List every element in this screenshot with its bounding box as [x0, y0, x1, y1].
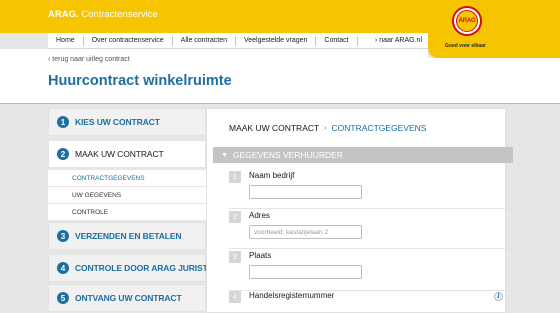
form-panel: MAAK UW CONTRACT › CONTRACTGEGEVENS ▼ GE… [206, 108, 513, 313]
step-controle-door-arag-jurist[interactable]: 4 CONTROLE DOOR ARAG JURIST [48, 254, 208, 282]
step-number-badge: 3 [57, 230, 69, 242]
page-title: Huurcontract winkelruimte [48, 73, 232, 89]
adres-input[interactable] [249, 225, 362, 239]
page-header-area-right [428, 58, 560, 103]
logo-text: ARAG [458, 18, 476, 24]
substep-uw-gegevens[interactable]: UW GEGEVENS [48, 187, 206, 204]
chevron-down-icon: ▼ [221, 151, 228, 159]
step-number-badge: 1 [57, 116, 69, 128]
field-handelsregisternummer: 4 Handelsregisternummer [229, 291, 513, 313]
step-label: VERZENDEN EN BETALEN [75, 231, 182, 241]
nav-arag-link[interactable]: › naar ARAG.nl [375, 37, 428, 44]
field-number: 4 [229, 291, 241, 303]
back-link[interactable]: ‹ terug naar uitleg contract [48, 56, 130, 63]
naam-bedrijf-input[interactable] [249, 185, 362, 199]
field-label: Plaats [249, 251, 272, 260]
step-number-badge: 5 [57, 292, 69, 304]
logo-tagline: Goed voor elkaar [445, 43, 486, 49]
main-nav: Home Over contractenservice Alle contrac… [48, 33, 428, 49]
steps-sidebar: 1 KIES UW CONTRACT 2 MAAK UW CONTRACT CO… [48, 108, 208, 313]
logo-tab: ARAG Goed voor elkaar [428, 0, 560, 58]
step-kies-uw-contract[interactable]: 1 KIES UW CONTRACT [48, 108, 206, 136]
field-label: Adres [249, 211, 270, 220]
field-plaats: 3 Plaats [229, 251, 513, 291]
field-number: 2 [229, 211, 241, 223]
step-label: ONTVANG UW CONTRACT [75, 293, 182, 303]
section-header-gegevens-verhuurder[interactable]: ▼ GEGEVENS VERHUURDER [213, 147, 513, 163]
step-ontvang-uw-contract[interactable]: 5 ONTVANG UW CONTRACT [48, 284, 206, 312]
breadcrumb-step: MAAK UW CONTRACT [229, 123, 320, 133]
field-adres: 2 Adres [229, 211, 513, 249]
info-icon[interactable]: i [494, 292, 503, 301]
nav-alle-contracten[interactable]: Alle contracten [173, 35, 236, 46]
substep-controle[interactable]: CONTROLE [48, 204, 206, 221]
field-naam-bedrijf: 1 Naam bedrijf [229, 171, 513, 209]
step-number-badge: 2 [57, 148, 69, 160]
field-number: 1 [229, 171, 241, 183]
field-label: Naam bedrijf [249, 171, 295, 180]
breadcrumb-current: CONTRACTGEGEVENS [331, 123, 427, 133]
arag-logo[interactable]: ARAG [452, 6, 482, 36]
nav-veelgestelde-vragen[interactable]: Veelgestelde vragen [236, 35, 317, 46]
step-label: MAAK UW CONTRACT [75, 149, 164, 159]
step-label: CONTROLE DOOR ARAG JURIST [75, 263, 208, 273]
nav-over-contractenservice[interactable]: Over contractenservice [84, 35, 173, 46]
field-label: Handelsregisternummer [249, 291, 335, 300]
step-maak-uw-contract[interactable]: 2 MAAK UW CONTRACT [48, 140, 206, 168]
nav-contact[interactable]: Contact [316, 35, 358, 46]
nav-home[interactable]: Home [48, 35, 84, 46]
brand-title: ARAG. Contractenservice [48, 9, 158, 20]
section-title: GEGEVENS VERHUURDER [232, 150, 343, 160]
substep-contractgegevens[interactable]: CONTRACTGEGEVENS [48, 170, 206, 187]
breadcrumb-separator: › [324, 124, 327, 132]
form-breadcrumb: MAAK UW CONTRACT › CONTRACTGEGEVENS [229, 123, 426, 133]
header-divider [0, 103, 560, 104]
step-number-badge: 4 [57, 262, 69, 274]
step-verzenden-en-betalen[interactable]: 3 VERZENDEN EN BETALEN [48, 222, 206, 250]
field-number: 3 [229, 251, 241, 263]
step-label: KIES UW CONTRACT [75, 117, 160, 127]
plaats-input[interactable] [249, 265, 362, 279]
